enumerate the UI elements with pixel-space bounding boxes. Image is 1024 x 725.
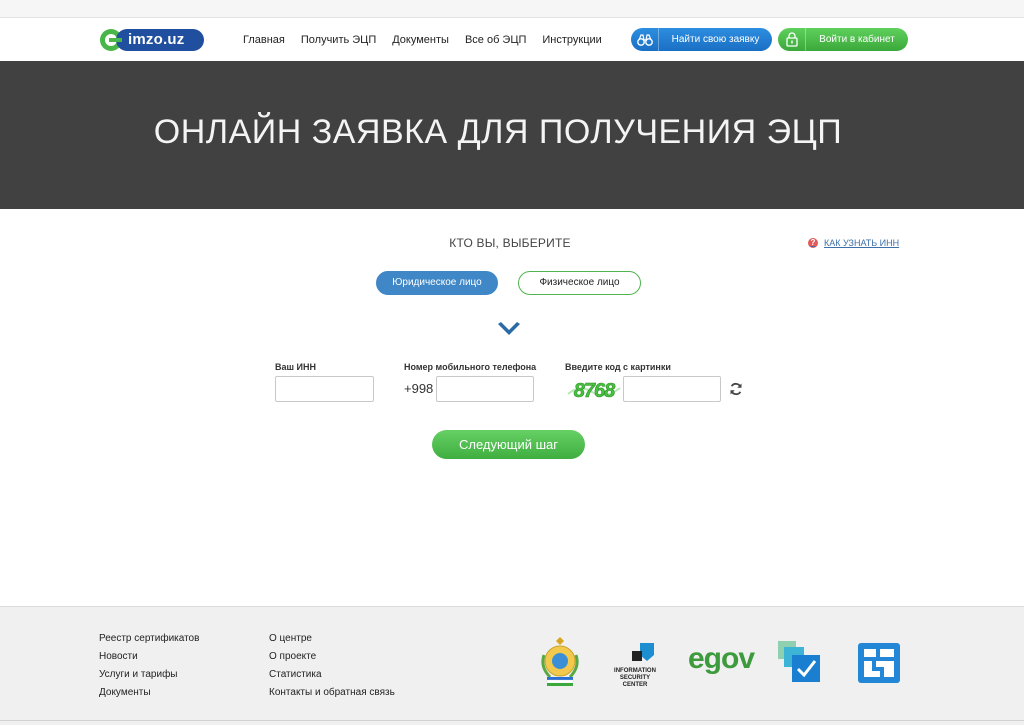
browser-top-strip bbox=[0, 0, 1024, 18]
egov-logo[interactable]: egov bbox=[688, 643, 755, 675]
captcha-image: 8768 bbox=[566, 376, 622, 402]
footer-link-contacts[interactable]: Контакты и обратная связь bbox=[269, 687, 395, 705]
site-footer: Реестр сертификатов Новости Услуги и тар… bbox=[0, 606, 1024, 725]
nav-instructions[interactable]: Инструкции bbox=[542, 34, 601, 46]
footer-links-col-2: О центре О проекте Статистика Контакты и… bbox=[269, 633, 395, 705]
refresh-icon[interactable] bbox=[729, 382, 743, 396]
how-to-find-inn-label: КАК УЗНАТЬ ИНН bbox=[824, 238, 900, 248]
footer-link-about-project[interactable]: О проекте bbox=[269, 651, 395, 669]
captcha-label: Введите код с картинки bbox=[565, 362, 671, 372]
footer-link-statistics[interactable]: Статистика bbox=[269, 669, 395, 687]
legal-entity-button[interactable]: Юридическое лицо bbox=[376, 271, 498, 295]
chevron-down-icon bbox=[498, 322, 520, 335]
checkbox-partner-icon[interactable] bbox=[778, 641, 822, 683]
inn-label: Ваш ИНН bbox=[275, 362, 316, 372]
site-header: imzo.uz Главная Получить ЭЦП Документы В… bbox=[0, 18, 1024, 61]
captcha-code: 8768 bbox=[574, 380, 616, 402]
captcha-input[interactable] bbox=[623, 376, 721, 402]
g-partner-icon[interactable] bbox=[858, 643, 900, 683]
isc-line-2: SECURITY bbox=[619, 675, 651, 681]
main-nav: Главная Получить ЭЦП Документы Все об ЭЦ… bbox=[243, 18, 618, 61]
individual-button[interactable]: Физическое лицо bbox=[518, 271, 641, 295]
isc-shield-icon bbox=[632, 643, 654, 661]
phone-label: Номер мобильного телефона bbox=[404, 362, 537, 372]
nav-about-eds[interactable]: Все об ЭЦП bbox=[465, 34, 526, 46]
imzo-logo[interactable]: imzo.uz bbox=[100, 29, 204, 51]
login-label: Войти в кабинет bbox=[819, 34, 895, 45]
phone-input[interactable] bbox=[436, 376, 534, 402]
lock-icon bbox=[778, 28, 806, 51]
find-application-label: Найти свою заявку bbox=[671, 34, 760, 45]
footer-link-about-center[interactable]: О центре bbox=[269, 633, 395, 651]
phone-prefix: +998 bbox=[404, 381, 434, 396]
inn-input[interactable] bbox=[275, 376, 374, 402]
footer-links-col-1: Реестр сертификатов Новости Услуги и тар… bbox=[99, 633, 199, 705]
footer-link-news[interactable]: Новости bbox=[99, 651, 199, 669]
state-emblem-icon[interactable] bbox=[538, 637, 582, 687]
who-are-you-title: КТО ВЫ, ВЫБЕРИТЕ bbox=[449, 236, 571, 250]
logo-text: imzo.uz bbox=[116, 29, 204, 51]
next-step-button[interactable]: Следующий шаг bbox=[432, 430, 585, 459]
isc-line-1: INFORMATION bbox=[614, 668, 656, 674]
find-application-button[interactable]: Найти свою заявку bbox=[631, 28, 772, 51]
footer-divider bbox=[0, 720, 1024, 721]
nav-get-eds[interactable]: Получить ЭЦП bbox=[301, 34, 376, 46]
binoculars-icon bbox=[631, 28, 659, 51]
page-title: ОНЛАЙН ЗАЯВКА ДЛЯ ПОЛУЧЕНИЯ ЭЦП bbox=[153, 113, 843, 151]
hero-banner: ОНЛАЙН ЗАЯВКА ДЛЯ ПОЛУЧЕНИЯ ЭЦП bbox=[0, 61, 1024, 209]
nav-documents[interactable]: Документы bbox=[392, 34, 449, 46]
footer-link-cert-registry[interactable]: Реестр сертификатов bbox=[99, 633, 199, 651]
footer-link-documents[interactable]: Документы bbox=[99, 687, 199, 705]
isc-line-3: CENTER bbox=[622, 682, 648, 688]
info-security-center-logo[interactable]: INFORMATION SECURITY CENTER bbox=[610, 641, 660, 688]
nav-home[interactable]: Главная bbox=[243, 34, 285, 46]
how-to-find-inn-link[interactable]: ? КАК УЗНАТЬ ИНН bbox=[808, 237, 899, 249]
login-button[interactable]: Войти в кабинет bbox=[778, 28, 908, 51]
footer-link-services[interactable]: Услуги и тарифы bbox=[99, 669, 199, 687]
question-icon: ? bbox=[808, 238, 818, 248]
